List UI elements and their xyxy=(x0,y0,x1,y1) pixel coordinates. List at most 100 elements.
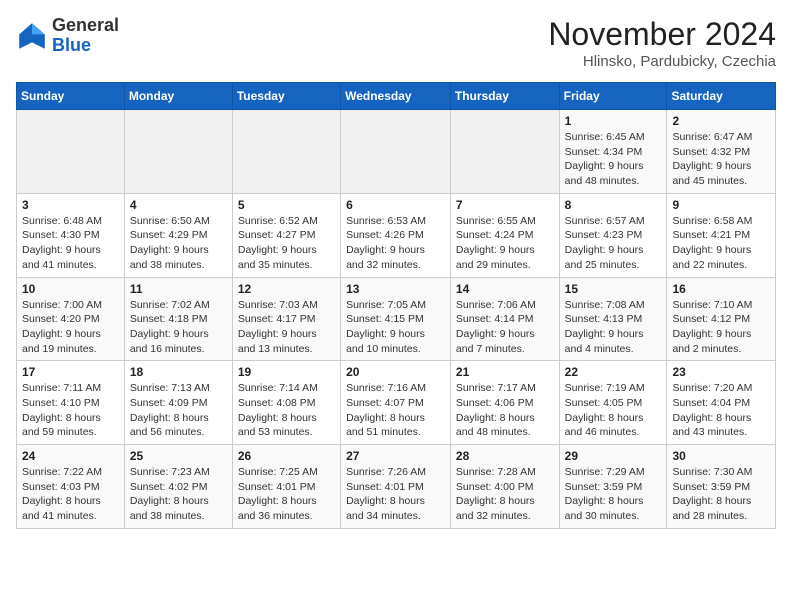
calendar-cell: 23 Sunrise: 7:20 AM Sunset: 4:04 PM Dayli… xyxy=(667,361,776,445)
logo-icon xyxy=(16,20,48,52)
day-info: Sunrise: 7:14 AM Sunset: 4:08 PM Dayligh… xyxy=(238,381,335,440)
calendar-cell: 5Sunrise: 6:52 AM Sunset: 4:27 PM Daylig… xyxy=(232,193,340,277)
day-info: Sunrise: 7:13 AM Sunset: 4:09 PM Dayligh… xyxy=(130,381,227,440)
calendar-cell xyxy=(450,110,559,194)
day-number: 22 xyxy=(565,365,662,379)
day-number: 19 xyxy=(238,365,335,379)
calendar-body: 1 Sunrise: 6:45 AM Sunset: 4:34 PM Daylig… xyxy=(17,110,776,529)
calendar-cell: 30Sunrise: 7:30 AM Sunset: 3:59 PM Dayli… xyxy=(667,445,776,529)
day-info: Sunrise: 7:16 AM Sunset: 4:07 PM Dayligh… xyxy=(346,381,445,440)
calendar-cell: 3 Sunrise: 6:48 AM Sunset: 4:30 PM Daylig… xyxy=(17,193,125,277)
calendar-cell: 4 Sunrise: 6:50 AM Sunset: 4:29 PM Daylig… xyxy=(124,193,232,277)
location: Hlinsko, Pardubicky, Czechia xyxy=(548,53,776,70)
day-info: Sunrise: 7:10 AM Sunset: 4:12 PM Dayligh… xyxy=(672,298,770,357)
day-number: 1 xyxy=(565,114,662,128)
logo: General Blue xyxy=(16,16,119,56)
day-number: 27 xyxy=(346,449,445,463)
day-number: 20 xyxy=(346,365,445,379)
header-day: Monday xyxy=(124,83,232,110)
calendar-cell: 28 Sunrise: 7:28 AM Sunset: 4:00 PM Dayli… xyxy=(450,445,559,529)
logo-general: General xyxy=(52,15,119,35)
logo-text: General Blue xyxy=(52,16,119,56)
day-number: 29 xyxy=(565,449,662,463)
calendar-cell: 12 Sunrise: 7:03 AM Sunset: 4:17 PM Dayli… xyxy=(232,277,340,361)
month-title: November 2024 xyxy=(548,16,776,53)
day-info: Sunrise: 7:23 AM Sunset: 4:02 PM Dayligh… xyxy=(130,465,227,524)
day-number: 24 xyxy=(22,449,119,463)
day-number: 18 xyxy=(130,365,227,379)
calendar-cell: 25 Sunrise: 7:23 AM Sunset: 4:02 PM Dayli… xyxy=(124,445,232,529)
calendar-cell: 26Sunrise: 7:25 AM Sunset: 4:01 PM Dayli… xyxy=(232,445,340,529)
day-number: 3 xyxy=(22,198,119,212)
day-info: Sunrise: 6:55 AM Sunset: 4:24 PM Dayligh… xyxy=(456,214,554,273)
calendar-cell: 6Sunrise: 6:53 AM Sunset: 4:26 PM Daylig… xyxy=(341,193,451,277)
day-number: 7 xyxy=(456,198,554,212)
calendar-cell: 9 Sunrise: 6:58 AM Sunset: 4:21 PM Daylig… xyxy=(667,193,776,277)
calendar-cell: 19 Sunrise: 7:14 AM Sunset: 4:08 PM Dayli… xyxy=(232,361,340,445)
header-day: Thursday xyxy=(450,83,559,110)
header-day: Saturday xyxy=(667,83,776,110)
day-info: Sunrise: 6:50 AM Sunset: 4:29 PM Dayligh… xyxy=(130,214,227,273)
calendar-cell xyxy=(341,110,451,194)
calendar-cell: 18 Sunrise: 7:13 AM Sunset: 4:09 PM Dayli… xyxy=(124,361,232,445)
calendar-cell: 8 Sunrise: 6:57 AM Sunset: 4:23 PM Daylig… xyxy=(559,193,667,277)
day-number: 25 xyxy=(130,449,227,463)
header-day: Tuesday xyxy=(232,83,340,110)
day-info: Sunrise: 7:00 AM Sunset: 4:20 PM Dayligh… xyxy=(22,298,119,357)
day-info: Sunrise: 7:25 AM Sunset: 4:01 PM Dayligh… xyxy=(238,465,335,524)
day-info: Sunrise: 6:57 AM Sunset: 4:23 PM Dayligh… xyxy=(565,214,662,273)
day-number: 5 xyxy=(238,198,335,212)
day-info: Sunrise: 7:26 AM Sunset: 4:01 PM Dayligh… xyxy=(346,465,445,524)
calendar-row: 3 Sunrise: 6:48 AM Sunset: 4:30 PM Daylig… xyxy=(17,193,776,277)
calendar-cell: 7 Sunrise: 6:55 AM Sunset: 4:24 PM Daylig… xyxy=(450,193,559,277)
calendar-cell: 22 Sunrise: 7:19 AM Sunset: 4:05 PM Dayli… xyxy=(559,361,667,445)
day-number: 17 xyxy=(22,365,119,379)
calendar: SundayMondayTuesdayWednesdayThursdayFrid… xyxy=(16,82,776,529)
day-info: Sunrise: 6:45 AM Sunset: 4:34 PM Dayligh… xyxy=(565,130,662,189)
day-number: 16 xyxy=(672,282,770,296)
day-number: 12 xyxy=(238,282,335,296)
day-info: Sunrise: 6:58 AM Sunset: 4:21 PM Dayligh… xyxy=(672,214,770,273)
calendar-cell: 15Sunrise: 7:08 AM Sunset: 4:13 PM Dayli… xyxy=(559,277,667,361)
day-info: Sunrise: 6:48 AM Sunset: 4:30 PM Dayligh… xyxy=(22,214,119,273)
calendar-cell xyxy=(232,110,340,194)
day-number: 2 xyxy=(672,114,770,128)
day-number: 13 xyxy=(346,282,445,296)
day-number: 21 xyxy=(456,365,554,379)
calendar-cell: 17 Sunrise: 7:11 AM Sunset: 4:10 PM Dayli… xyxy=(17,361,125,445)
day-number: 10 xyxy=(22,282,119,296)
calendar-cell xyxy=(124,110,232,194)
day-number: 28 xyxy=(456,449,554,463)
day-info: Sunrise: 7:05 AM Sunset: 4:15 PM Dayligh… xyxy=(346,298,445,357)
calendar-cell: 1 Sunrise: 6:45 AM Sunset: 4:34 PM Daylig… xyxy=(559,110,667,194)
calendar-row: 10 Sunrise: 7:00 AM Sunset: 4:20 PM Dayli… xyxy=(17,277,776,361)
day-number: 8 xyxy=(565,198,662,212)
day-info: Sunrise: 6:47 AM Sunset: 4:32 PM Dayligh… xyxy=(672,130,770,189)
header-day: Sunday xyxy=(17,83,125,110)
day-info: Sunrise: 7:02 AM Sunset: 4:18 PM Dayligh… xyxy=(130,298,227,357)
header-row: SundayMondayTuesdayWednesdayThursdayFrid… xyxy=(17,83,776,110)
calendar-cell: 14Sunrise: 7:06 AM Sunset: 4:14 PM Dayli… xyxy=(450,277,559,361)
day-number: 14 xyxy=(456,282,554,296)
page-header: General Blue November 2024 Hlinsko, Pard… xyxy=(16,16,776,70)
calendar-cell: 2 Sunrise: 6:47 AM Sunset: 4:32 PM Daylig… xyxy=(667,110,776,194)
day-info: Sunrise: 7:03 AM Sunset: 4:17 PM Dayligh… xyxy=(238,298,335,357)
day-info: Sunrise: 7:20 AM Sunset: 4:04 PM Dayligh… xyxy=(672,381,770,440)
day-info: Sunrise: 7:28 AM Sunset: 4:00 PM Dayligh… xyxy=(456,465,554,524)
header-day: Wednesday xyxy=(341,83,451,110)
calendar-row: 17 Sunrise: 7:11 AM Sunset: 4:10 PM Dayli… xyxy=(17,361,776,445)
day-info: Sunrise: 7:19 AM Sunset: 4:05 PM Dayligh… xyxy=(565,381,662,440)
day-info: Sunrise: 7:17 AM Sunset: 4:06 PM Dayligh… xyxy=(456,381,554,440)
calendar-cell: 24Sunrise: 7:22 AM Sunset: 4:03 PM Dayli… xyxy=(17,445,125,529)
calendar-cell: 21 Sunrise: 7:17 AM Sunset: 4:06 PM Dayli… xyxy=(450,361,559,445)
day-number: 23 xyxy=(672,365,770,379)
day-number: 4 xyxy=(130,198,227,212)
calendar-cell: 10 Sunrise: 7:00 AM Sunset: 4:20 PM Dayli… xyxy=(17,277,125,361)
day-number: 15 xyxy=(565,282,662,296)
logo-blue: Blue xyxy=(52,35,91,55)
calendar-cell xyxy=(17,110,125,194)
day-info: Sunrise: 7:30 AM Sunset: 3:59 PM Dayligh… xyxy=(672,465,770,524)
calendar-cell: 27 Sunrise: 7:26 AM Sunset: 4:01 PM Dayli… xyxy=(341,445,451,529)
day-number: 9 xyxy=(672,198,770,212)
day-info: Sunrise: 7:11 AM Sunset: 4:10 PM Dayligh… xyxy=(22,381,119,440)
